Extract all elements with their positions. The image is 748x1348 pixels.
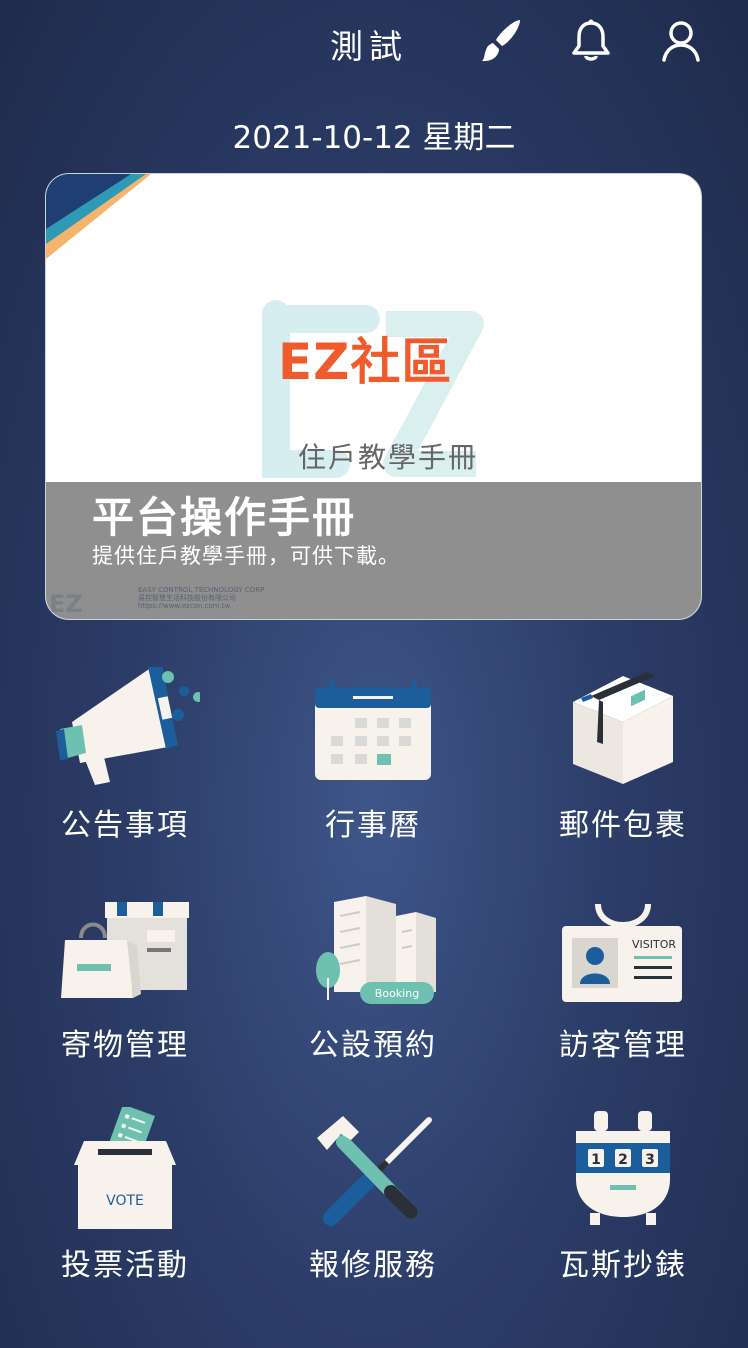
feature-storage[interactable]: 寄物管理	[0, 884, 250, 1094]
visitor-badge-text: VISITOR	[632, 938, 676, 951]
feature-gas-meter[interactable]: 1 2 3 瓦斯抄錶	[498, 1104, 748, 1314]
gas-meter-icon: 1 2 3	[498, 1104, 748, 1234]
current-date: 2021-10-12 星期二	[232, 120, 516, 156]
corp-credit: EASY CONTROL TECHNOLOGY CORP 易控智慧生活科技股份有…	[138, 586, 265, 610]
meter-digit-1: 1	[591, 1152, 601, 1168]
feature-voting[interactable]: VOTE 投票活動	[0, 1104, 250, 1314]
ballot-box-icon: VOTE	[0, 1104, 250, 1234]
feature-repair[interactable]: 報修服務	[248, 1104, 498, 1314]
brush-icon[interactable]	[474, 16, 524, 66]
booking-building-icon: Booking	[248, 884, 498, 1014]
feature-visitors[interactable]: VISITOR 訪客管理	[498, 884, 748, 1094]
package-icon	[498, 664, 748, 794]
visitor-badge-icon: VISITOR	[498, 884, 748, 1014]
user-icon[interactable]	[656, 16, 706, 66]
feature-label: 郵件包裹	[559, 808, 687, 843]
feature-label: 訪客管理	[559, 1028, 687, 1063]
feature-label: 寄物管理	[61, 1028, 189, 1063]
feature-label: 投票活動	[61, 1248, 189, 1283]
meter-digit-3: 3	[645, 1152, 655, 1168]
page-title: 測試	[330, 27, 408, 66]
storage-bag-icon	[0, 884, 250, 1014]
top-bar: 測試	[0, 0, 748, 90]
feature-packages[interactable]: 郵件包裹	[498, 664, 748, 874]
calendar-icon	[248, 664, 498, 794]
banner-description: 提供住戶教學手冊，可供下載。	[92, 544, 400, 568]
banner-image-subtitle: 住戶教學手冊	[298, 441, 479, 474]
feature-label: 瓦斯抄錶	[559, 1248, 687, 1283]
banner-heading: 平台操作手冊	[92, 493, 357, 542]
meter-digit-2: 2	[618, 1152, 628, 1168]
manual-banner[interactable]: EZ EZ社區 住戶教學手冊 平台操作手冊 提供住戶教學手冊，可供下載。 EAS…	[45, 173, 702, 620]
megaphone-icon	[0, 664, 250, 794]
feature-label: 報修服務	[309, 1248, 437, 1283]
feature-announcements[interactable]: 公告事項	[0, 664, 250, 874]
bell-icon[interactable]	[566, 16, 616, 66]
ez-community-logo: EZ社區	[278, 333, 453, 391]
booking-badge-text: Booking	[375, 987, 419, 1000]
repair-tools-icon	[248, 1104, 498, 1234]
vote-badge-text: VOTE	[106, 1193, 144, 1209]
feature-label: 公設預約	[309, 1028, 437, 1063]
feature-label: 行事曆	[325, 808, 421, 843]
feature-calendar[interactable]: 行事曆	[248, 664, 498, 874]
feature-label: 公告事項	[61, 808, 189, 843]
feature-facility-booking[interactable]: Booking 公設預約	[248, 884, 498, 1094]
